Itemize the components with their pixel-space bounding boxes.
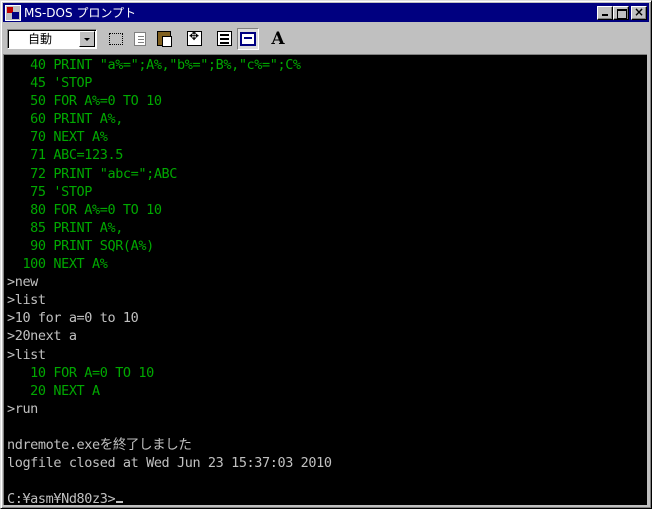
maximize-button[interactable] — [613, 5, 629, 20]
font-size-value: 自動 — [28, 32, 53, 46]
ms-dos-icon[interactable] — [5, 4, 21, 21]
title-bar[interactable]: MS-DOS プロンプト × — [3, 3, 649, 22]
console-line: >list — [7, 346, 46, 363]
console-line: 60 PRINT A%, — [7, 111, 123, 128]
console-line: 40 PRINT "a%=";A%,"b%=";B%,"c%=";C% — [7, 57, 301, 73]
console-line: logfile closed at Wed Jun 23 15:37:03 20… — [7, 455, 332, 472]
full-screen-icon — [186, 29, 202, 46]
font-button[interactable]: A — [267, 27, 289, 50]
toolbar: 自動 A — [3, 24, 649, 53]
background-icon — [240, 31, 256, 46]
console-line: 70 NEXT A% — [7, 129, 108, 146]
mark-button[interactable] — [105, 27, 127, 50]
console-line: 50 FOR A%=0 TO 10 — [7, 93, 162, 110]
console-line: >run — [7, 400, 38, 417]
console-line: >10 for a=0 to 10 — [7, 310, 139, 327]
console-line: 75 'STOP — [7, 183, 93, 200]
console-line: 80 FOR A%=0 TO 10 — [7, 201, 162, 218]
console-line: 100 NEXT A% — [7, 256, 108, 273]
console-line: 71 ABC=123.5 — [7, 147, 123, 164]
properties-icon — [216, 31, 232, 46]
console-line: 90 PRINT SQR(A%) — [7, 237, 154, 254]
close-button[interactable]: × — [631, 4, 647, 20]
console-line: 20 NEXT A — [7, 382, 100, 399]
console-line: >new — [7, 274, 38, 291]
close-icon: × — [633, 4, 645, 19]
console-line: 10 FOR A=0 TO 10 — [7, 364, 154, 381]
window-controls: × — [597, 4, 647, 20]
copy-icon — [134, 31, 146, 46]
console-line: 45 'STOP — [7, 75, 93, 92]
window-title: MS-DOS プロンプト — [24, 6, 137, 20]
console-line: 85 PRINT A%, — [7, 219, 123, 236]
console-lines: 40 PRINT "a%=";A%,"b%=";B%,"c%=";C% 45 '… — [7, 56, 643, 505]
command-prompt: C:¥asm¥Nd80z3> — [7, 490, 643, 505]
text-cursor — [116, 501, 124, 504]
console-line: ndremote.exeを終了しました — [7, 436, 192, 453]
background-button[interactable] — [237, 27, 259, 50]
chevron-down-icon[interactable] — [79, 30, 95, 47]
font-icon: A — [271, 28, 285, 49]
properties-button[interactable] — [213, 27, 235, 50]
mark-icon — [109, 32, 123, 45]
minimize-button[interactable] — [597, 5, 613, 20]
console-area[interactable]: 40 PRINT "a%=";A%,"b%=";B%,"c%=";C% 45 '… — [3, 54, 647, 505]
copy-button[interactable] — [129, 27, 151, 50]
console-line: 72 PRINT "abc=";ABC — [7, 165, 178, 182]
font-size-select[interactable]: 自動 — [7, 28, 97, 49]
full-screen-button[interactable] — [183, 27, 205, 50]
msdos-window: MS-DOS プロンプト × 自動 A 40 PRINT "a%=";A%,"b… — [0, 0, 652, 509]
paste-button[interactable] — [153, 27, 175, 50]
console-line: >list — [7, 292, 46, 309]
console-line: >20next a — [7, 328, 77, 345]
paste-icon — [157, 31, 172, 47]
